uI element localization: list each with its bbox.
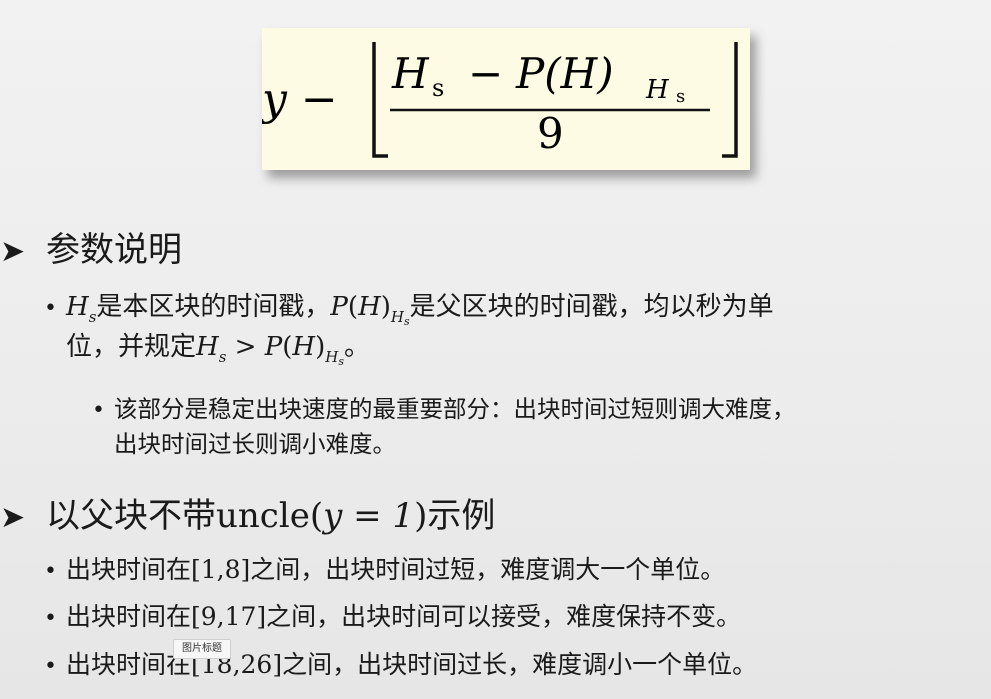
list-item: • Hs是本区块的时间戳，P(H)Hs是父区块的时间戳，均以秒为单 位，并规定Hs… (44, 290, 774, 370)
text: 是父区块的时间戳，均以秒为单 (409, 292, 774, 322)
formula-box: y − H s − P(H) H s 9 (262, 28, 750, 170)
math-h: H (358, 292, 381, 322)
section-heading-text: 参数说明 (46, 230, 182, 270)
math-y-eq-1: y = 1 (323, 496, 415, 536)
text: 出块时间在[1,8]之间，出块时间过短，难度调大一个单位。 (66, 555, 726, 584)
list-item: • 出块时间在[18,26]之间，出块时间过长，难度调小一个单位。 (44, 648, 757, 682)
math-p: P (264, 331, 283, 362)
math-hs: Hs (66, 292, 97, 326)
math-hs: Hs (196, 331, 227, 366)
formula-prefix: y − (262, 74, 338, 125)
bullet-dot-icon: • (44, 559, 57, 584)
math-gt: > (226, 331, 265, 362)
math-sub: Hs (325, 347, 344, 368)
math-paren: ) (380, 292, 391, 322)
right-floor-bracket (722, 42, 738, 158)
section-heading-text: 以父块不带uncle( (46, 496, 324, 536)
text: 位，并规定 (66, 331, 197, 362)
arrow-bullet-icon: ➤ (0, 234, 26, 269)
text: 出块时间过长则调小难度。 (114, 430, 396, 459)
list-item: • 出块时间在[9,17]之间，出块时间可以接受，难度保持不变。 (44, 600, 741, 634)
list-item: • 出块时间在[1,8]之间，出块时间过短，难度调大一个单位。 (44, 553, 725, 587)
text: 是本区块的时间戳， (96, 292, 331, 322)
math-sub: Hs (390, 308, 410, 328)
math-p-h-hs: P (330, 292, 348, 322)
numerator-sub-s: s (676, 86, 685, 107)
arrow-bullet-icon: ➤ (0, 500, 26, 535)
numerator-h-sub: s (432, 74, 444, 102)
difficulty-formula: y − H s − P(H) H s 9 (262, 42, 738, 158)
image-caption[interactable]: 图片标题 (173, 639, 231, 659)
bullet-dot-icon: • (44, 296, 57, 321)
text: 出块时间在[9,17]之间，出块时间可以接受，难度保持不变。 (66, 602, 742, 631)
text: 出块时间在[18,26]之间，出块时间过长，难度调小一个单位。 (66, 650, 758, 679)
text: 。 (343, 331, 370, 362)
math-paren: ( (282, 331, 293, 362)
bullet-dot-icon: • (44, 606, 57, 631)
math-paren: ( (347, 292, 359, 322)
text: 该部分是稳定出块速度的最重要部分：出块时间过短则调大难度， (114, 395, 796, 423)
section-heading-example: ➤ 以父块不带uncle(y = 1)示例 (0, 488, 495, 537)
section-heading-text: )示例 (414, 496, 496, 536)
numerator-h: H (391, 49, 430, 98)
left-floor-bracket (372, 42, 388, 158)
numerator-sub-h: H (645, 75, 670, 105)
bullet-dot-icon: • (44, 654, 57, 679)
list-item: • 该部分是稳定出块速度的最重要部分：出块时间过短则调大难度， 出块时间过长则调小… (92, 392, 796, 463)
numerator-minus: − (468, 49, 503, 98)
math-paren: ) (315, 331, 326, 362)
math-h: H (292, 331, 316, 362)
section-heading-params: ➤ 参数说明 (0, 222, 182, 271)
denominator: 9 (537, 109, 564, 158)
numerator-p-of-h: P(H) (515, 49, 614, 98)
bullet-dot-icon: • (92, 398, 105, 423)
